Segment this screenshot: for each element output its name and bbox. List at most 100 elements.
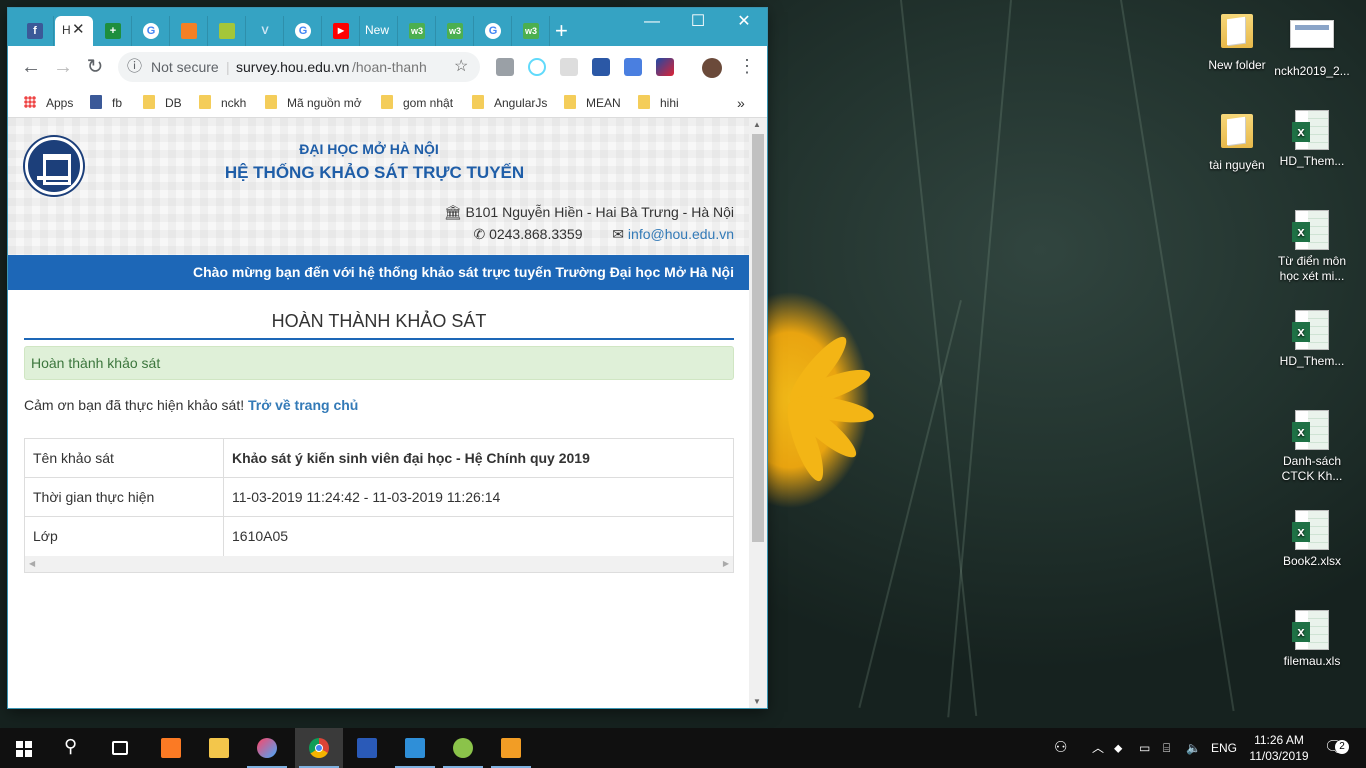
taskbar-powershell[interactable] [343, 728, 391, 768]
tab-10[interactable]: w3 [398, 16, 436, 46]
scroll-right-icon[interactable]: ▶ [723, 556, 729, 572]
thanks-message: Cảm ơn bạn đã thực hiện khảo sát! Trở về… [24, 397, 359, 413]
tab-title: H [62, 23, 71, 37]
bookmark-hihi[interactable]: hihi [638, 88, 679, 118]
tab-12[interactable]: G [474, 16, 512, 46]
windows-logo-icon [16, 741, 23, 748]
maximize-icon[interactable]: ☐ [675, 8, 721, 38]
tab-13[interactable]: w3 [512, 16, 550, 46]
bookmark-fb[interactable]: fb [90, 88, 122, 118]
bookmark-mean[interactable]: MEAN [564, 88, 621, 118]
tab-new-label: New [365, 23, 390, 37]
profile-avatar[interactable] [702, 58, 722, 78]
desktop-icon-hd-them-2[interactable]: x HD_Them... [1273, 310, 1351, 369]
tab-6[interactable]: V [246, 16, 284, 46]
extension-icon[interactable] [656, 58, 674, 76]
horizontal-scrollbar[interactable]: ◀ ▶ [25, 556, 733, 572]
bookmark-ma-nguon-mo[interactable]: Mã nguồn mở [265, 88, 362, 118]
scroll-left-icon[interactable]: ◀ [29, 556, 35, 572]
tab-11[interactable]: w3 [436, 16, 474, 46]
menu-kebab-icon[interactable]: ⋮ [738, 56, 756, 77]
chevron-up-icon[interactable]: ︿ [1092, 728, 1104, 768]
notification-count-badge: 2 [1335, 740, 1349, 754]
browser-window: f H ✕ + G V G ▶ New w3 w3 G w3 + — ☐ ✕ ←… [8, 8, 767, 708]
home-link[interactable]: Trở về trang chủ [248, 397, 358, 413]
wallpaper-grass [947, 0, 1012, 718]
desktop-icon-label: filemau.xls [1283, 654, 1341, 668]
excel-icon: x [1292, 110, 1329, 150]
desktop-icon-nckh2019[interactable]: nckh2019_2... [1273, 12, 1351, 79]
table-label: Lớp [33, 528, 58, 544]
battery-icon[interactable]: ▭ [1139, 728, 1150, 768]
search-button[interactable]: ⚲ [48, 728, 96, 768]
w3schools-icon: w3 [409, 23, 425, 39]
taskbar-android-studio[interactable] [439, 728, 487, 768]
desktop-icon-filemau[interactable]: x filemau.xls [1273, 610, 1351, 669]
close-tab-icon[interactable]: ✕ [72, 20, 85, 38]
clock[interactable]: 11:26 AM 11/03/2019 [1248, 728, 1310, 768]
people-icon[interactable]: ⚇ [1054, 728, 1067, 768]
taskbar-chrome[interactable] [295, 728, 343, 768]
desktop-icon-danh-sach[interactable]: x Danh-sách CTCK Kh... [1273, 410, 1351, 484]
star-icon[interactable]: ☆ [454, 52, 468, 82]
new-tab-plus-icon[interactable]: + [555, 18, 568, 44]
scrollbar-thumb[interactable] [752, 134, 764, 542]
language-indicator[interactable]: ENG [1211, 728, 1237, 768]
tab-7[interactable]: G [284, 16, 322, 46]
tab-facebook[interactable]: f [16, 16, 54, 46]
taskbar-paint[interactable] [243, 728, 291, 768]
taskbar-xampp[interactable] [147, 728, 195, 768]
desktop-icon-new-folder[interactable]: New folder [1198, 12, 1276, 73]
desktop-icon-label: Từ điển môn học xét mi... [1277, 254, 1347, 283]
tab-8[interactable]: ▶ [322, 16, 360, 46]
desktop-icon-tai-nguyen[interactable]: tài nguyên [1198, 112, 1276, 173]
tab-2[interactable]: + [94, 16, 132, 46]
google-icon: G [295, 23, 311, 39]
bookmark-apps[interactable]: Apps [24, 88, 73, 118]
table-row: Thời gian thực hiện 11-03-2019 11:24:42 -… [25, 478, 733, 517]
taskbar-sublime[interactable] [487, 728, 535, 768]
address-bar[interactable]: ⓘ Not secure | survey.hou.edu.vn /hoan-t… [118, 52, 480, 82]
extension-icon[interactable] [592, 58, 610, 76]
bookmark-nckh[interactable]: nckh [199, 88, 246, 118]
reload-icon[interactable]: ↻ [84, 56, 106, 78]
vuetify-icon: V [261, 25, 269, 37]
university-logo [25, 137, 83, 195]
scroll-up-icon[interactable]: ▲ [753, 120, 761, 129]
bookmarks-bar: Apps fb DB nckh Mã nguồn mở gom nhật Ang… [8, 88, 767, 118]
taskbar-vscode[interactable] [391, 728, 439, 768]
page-title: HOÀN THÀNH KHẢO SÁT [24, 311, 734, 340]
forward-arrow-icon[interactable]: → [52, 56, 74, 78]
bookmark-gom-nhat[interactable]: gom nhật [381, 88, 453, 118]
bookmarks-overflow-icon[interactable]: » [737, 88, 745, 118]
desktop-icon-tu-dien[interactable]: x Từ điển môn học xét mi... [1273, 210, 1351, 284]
start-button[interactable] [0, 728, 48, 768]
dropbox-icon[interactable]: ⬥ [1114, 728, 1122, 768]
network-icon[interactable]: ⌸ [1163, 728, 1170, 768]
camera-icon[interactable] [496, 58, 514, 76]
bookmark-angularjs[interactable]: AngularJs [472, 88, 547, 118]
bookmark-db[interactable]: DB [143, 88, 182, 118]
tab-active[interactable]: H ✕ [55, 16, 93, 46]
tab-4[interactable] [170, 16, 208, 46]
scroll-down-icon[interactable]: ▼ [753, 697, 761, 706]
taskbar-file-explorer[interactable] [195, 728, 243, 768]
tab-5[interactable] [208, 16, 246, 46]
email-link[interactable]: info@hou.edu.vn [628, 226, 734, 242]
desktop-icon-hd-them-1[interactable]: x HD_Them... [1273, 110, 1351, 169]
extension-icon[interactable] [560, 58, 578, 76]
taskbar: ⚲ ⚇ ︿ ⬥ ▭ ⌸ 🔈 ENG 11:26 AM 11/03/2019 🗨 … [0, 728, 1366, 768]
translate-icon[interactable] [624, 58, 642, 76]
minimize-icon[interactable]: — [629, 8, 675, 38]
close-window-icon[interactable]: ✕ [721, 8, 767, 38]
vertical-scrollbar[interactable]: ▲ ▼ [749, 118, 767, 708]
tab-9[interactable]: New [360, 16, 398, 46]
w3schools-icon: w3 [447, 23, 463, 39]
react-icon[interactable] [528, 58, 546, 76]
survey-page: ĐẠI HỌC MỞ HÀ NỘI HỆ THỐNG KHẢO SÁT TRỰC… [8, 118, 749, 708]
task-view-button[interactable] [96, 728, 144, 768]
volume-muted-icon[interactable]: 🔈 [1186, 728, 1201, 768]
desktop-icon-book2[interactable]: x Book2.xlsx [1273, 510, 1351, 569]
tab-3[interactable]: G [132, 16, 170, 46]
back-arrow-icon[interactable]: ← [20, 56, 42, 78]
